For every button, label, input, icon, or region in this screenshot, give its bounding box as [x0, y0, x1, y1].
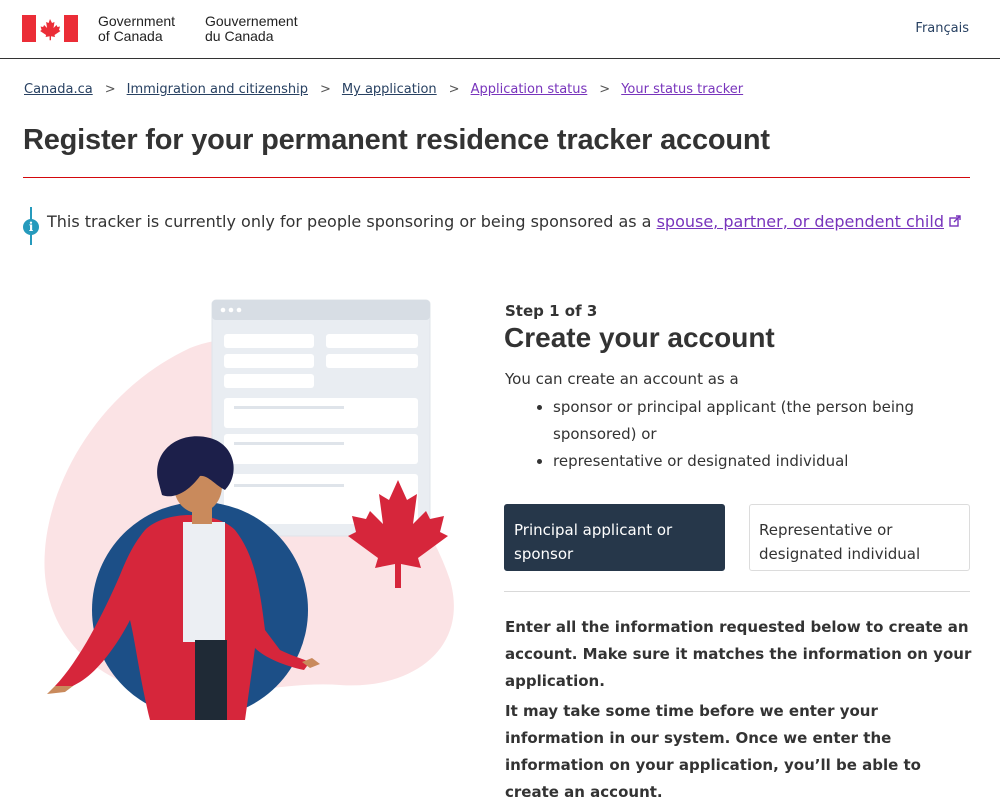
instructions-paragraph: Enter all the information requested belo… — [505, 618, 972, 690]
alert-text: This tracker is currently only for peopl… — [47, 212, 657, 231]
list-item: representative or designated individual — [530, 448, 960, 475]
account-types-list: sponsor or principal applicant (the pers… — [530, 394, 960, 475]
breadcrumb-canada-ca[interactable]: Canada.ca — [24, 82, 93, 97]
section-divider — [504, 591, 970, 592]
breadcrumb-separator: > — [320, 82, 331, 97]
external-link-icon — [949, 215, 961, 227]
canada-flag-logo[interactable] — [22, 15, 78, 42]
info-icon: i — [23, 219, 39, 235]
breadcrumb-separator: > — [599, 82, 611, 97]
list-item: sponsor or principal applicant (the pers… — [530, 394, 960, 448]
processing-notice-paragraph: It may take some time before we enter yo… — [505, 702, 921, 801]
account-types-intro: You can create an account as a — [505, 370, 739, 388]
alert-message: This tracker is currently only for peopl… — [47, 212, 961, 231]
government-of-canada-wordmark-fr[interactable]: Gouvernement du Canada — [205, 14, 298, 44]
create-account-heading: Create your account — [504, 322, 775, 353]
breadcrumb-application-status[interactable]: Application status — [471, 82, 588, 97]
site-header: Government of Canada Gouvernement du Can… — [0, 0, 1000, 59]
breadcrumb-my-application[interactable]: My application — [342, 82, 437, 97]
breadcrumb-separator: > — [448, 82, 460, 97]
title-accent-rule — [23, 177, 970, 178]
spouse-partner-dependent-child-link[interactable]: spouse, partner, or dependent child — [657, 212, 944, 231]
breadcrumb-separator: > — [104, 82, 116, 97]
representative-or-designated-individual-button[interactable]: Representative or designated individual — [749, 504, 970, 571]
page-title: Register for your permanent residence tr… — [23, 124, 770, 156]
info-alert: i This tracker is currently only for peo… — [23, 207, 973, 247]
person-legs — [195, 640, 227, 720]
government-of-canada-wordmark-en[interactable]: Government of Canada — [98, 14, 175, 44]
account-registration-illustration — [44, 299, 454, 720]
step-indicator: Step 1 of 3 — [505, 302, 598, 320]
breadcrumb-your-status-tracker[interactable]: Your status tracker — [621, 82, 743, 97]
breadcrumb-immigration-and-citizenship[interactable]: Immigration and citizenship — [127, 82, 308, 97]
principal-applicant-or-sponsor-button[interactable]: Principal applicant or sponsor — [504, 504, 725, 571]
language-toggle-link[interactable]: Français — [915, 21, 969, 36]
breadcrumb: Canada.ca > Immigration and citizenship > My… — [24, 82, 743, 97]
person-shirt — [183, 522, 225, 642]
